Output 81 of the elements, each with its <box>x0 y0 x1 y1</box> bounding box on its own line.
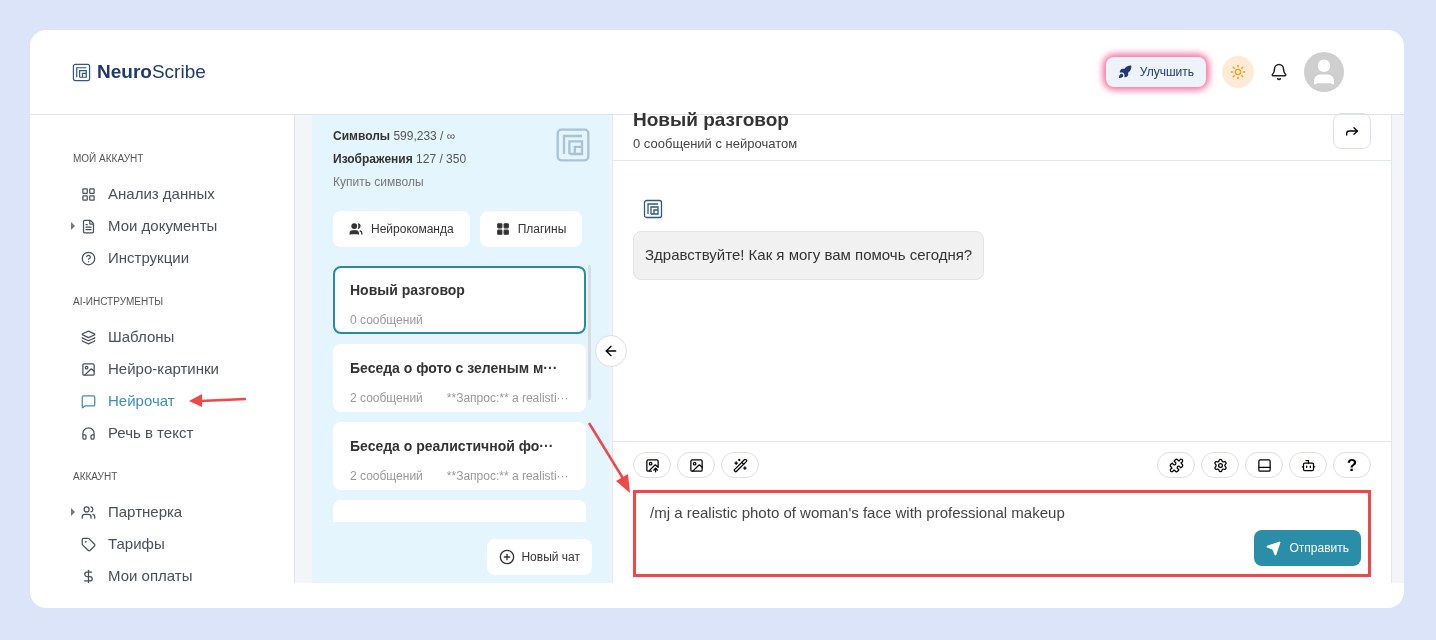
chat-title: Беседа о фото с зеленым м··· <box>350 359 559 378</box>
sidebar-item[interactable]: Речь в текст <box>73 417 294 449</box>
chat-title: Новый разговор <box>350 281 466 300</box>
message-bubble: Здравствуйте! Как я могу вам помочь сегодня? <box>633 231 985 280</box>
chat-preview: **Запрос:** a realisti··· <box>446 390 569 407</box>
section-title: АККАУНТ <box>73 470 119 484</box>
notifications-icon[interactable] <box>1270 63 1288 81</box>
expand-caret-icon[interactable] <box>71 508 75 516</box>
chat-bubble-icon <box>81 393 96 409</box>
sidebar-item-label: Мои документы <box>108 215 218 236</box>
panel-icon <box>1256 457 1272 473</box>
chat-card[interactable]: Беседа о реалистичной фо··· 2 сообщений **Запрос:** a realisti··· <box>333 422 586 490</box>
collapse-button[interactable] <box>595 335 627 367</box>
sun-icon <box>1230 64 1246 80</box>
message-input-text: /mj a realistic photo of woman's face with professional makeup <box>650 504 1065 521</box>
section-title: AI-ИНСТРУМЕНТЫ <box>73 295 165 309</box>
logo-icon <box>643 199 663 219</box>
upgrade-button[interactable]: Улучшить <box>1105 57 1206 87</box>
sidebar-item[interactable]: Мои оплаты <box>73 560 294 583</box>
grid-icon <box>81 186 96 202</box>
message-count: 0 сообщений <box>350 312 423 329</box>
sidebar-item-label: Тарифы <box>108 533 165 554</box>
image-icon <box>688 457 704 473</box>
chat-preview: **Запрос:** a realisti··· <box>446 468 569 485</box>
dollar-icon <box>81 568 96 583</box>
section-title: МОЙ АККАУНТ <box>73 151 145 166</box>
users-icon <box>349 222 363 236</box>
share-button[interactable] <box>1333 113 1371 149</box>
buy-link[interactable]: Купить символы <box>333 173 467 191</box>
conversation-title: Новый разговор <box>633 111 790 128</box>
sidebar-item[interactable]: Мои документы <box>73 210 294 242</box>
message-count: 2 сообщений <box>350 390 423 407</box>
usage-stat: Изображения 127 / 350 <box>333 151 467 168</box>
usage-stat: Символы 599,233 / ∞ <box>333 128 457 145</box>
puzzle-icon <box>1168 457 1184 473</box>
sidebar-item-label: Партнерка <box>108 501 183 522</box>
sidebar-item-label: Речь в текст <box>108 422 194 443</box>
send-icon <box>1266 540 1282 556</box>
tag-icon <box>81 536 96 552</box>
sidebar-item[interactable]: Инструкции <box>73 242 294 274</box>
panel-button[interactable]: Нейрокоманда <box>333 211 470 247</box>
document-icon <box>81 218 96 234</box>
settings-icon <box>1212 457 1228 473</box>
plus-circle-icon <box>499 549 516 565</box>
robot-icon <box>1300 457 1316 473</box>
brand-name: NeuroScribe <box>97 59 206 84</box>
sidebar-item-label: Анализ данных <box>108 183 215 204</box>
headphones-icon <box>81 425 96 441</box>
expand-caret-icon[interactable] <box>71 222 75 230</box>
sidebar-item[interactable]: Нейро-картинки <box>73 353 294 385</box>
sidebar-item[interactable]: Анализ данных <box>73 178 294 210</box>
sidebar-item-label: Шаблоны <box>108 326 175 347</box>
sidebar-item[interactable]: Тарифы <box>73 528 294 560</box>
image-icon <box>81 361 96 377</box>
sidebar-item[interactable]: Нейрочат <box>73 385 294 417</box>
sidebar-item-label: Мои оплаты <box>108 565 193 583</box>
rocket-icon <box>1117 65 1132 79</box>
annotation-arrow <box>188 392 248 408</box>
users-icon <box>81 504 96 520</box>
sidebar-item-label: Нейро-картинки <box>108 358 219 379</box>
magic-wand-icon <box>732 457 748 473</box>
chat-card[interactable]: Беседа о фото с зеленым м··· 2 сообщений **Запрос:** a realisti··· <box>333 344 586 412</box>
logo-icon <box>555 127 591 163</box>
image-upload-icon <box>644 457 660 473</box>
new-chat-button[interactable]: Новый чат <box>487 539 592 575</box>
conversation-subtitle: 0 сообщений с нейрочатом <box>633 135 798 153</box>
chat-title: Беседа о реалистичной фо··· <box>350 437 555 456</box>
message-count: 2 сообщений <box>350 468 423 485</box>
message-input-box[interactable]: /mj a realistic photo of woman's face with professional makeup Отправить <box>633 490 1371 577</box>
sidebar-item-label: Нейрочат <box>108 390 175 411</box>
theme-toggle[interactable] <box>1222 56 1254 88</box>
send-button[interactable]: Отправить <box>1254 530 1361 566</box>
panel-button[interactable]: Плагины <box>479 211 583 247</box>
layers-icon <box>81 329 96 345</box>
logo-icon <box>72 62 91 82</box>
chat-card[interactable]: Новый разговор 0 сообщений <box>333 266 586 334</box>
help-icon <box>81 250 96 266</box>
sidebar-item-label: Инструкции <box>108 247 190 268</box>
sidebar-item[interactable]: Партнерка <box>73 496 294 528</box>
sidebar-item[interactable]: Шаблоны <box>73 321 294 353</box>
grid-icon <box>495 222 510 236</box>
